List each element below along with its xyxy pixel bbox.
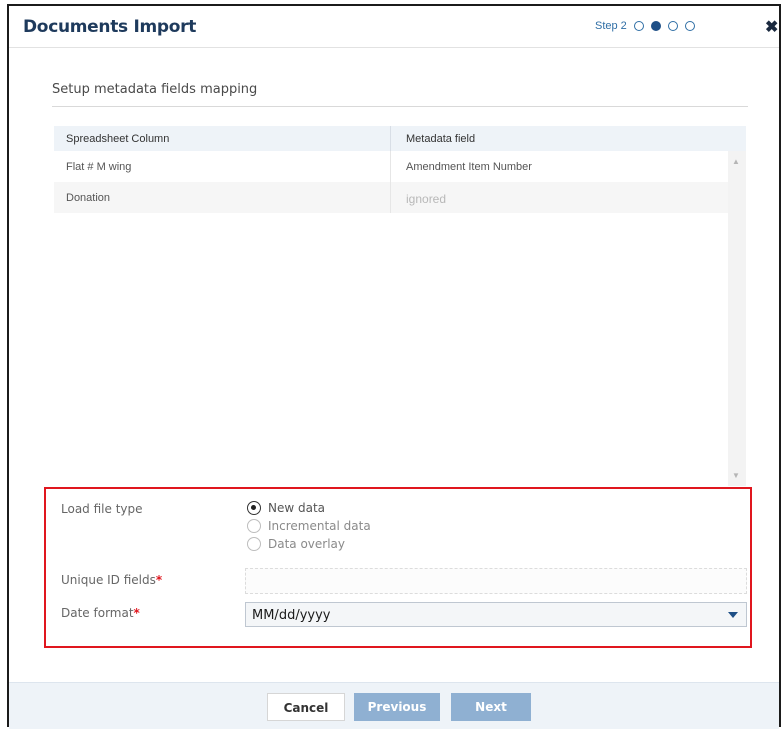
cell-spreadsheet-column: Donation [66,192,111,204]
grid-scrollbar[interactable]: ▲ ▼ [728,151,746,486]
step-indicator: Step 2 [595,20,695,32]
radio-selected-icon[interactable] [247,501,261,515]
column-header-metadata[interactable]: Metadata field [406,133,475,145]
step-dot-3 [667,21,678,31]
chevron-down-icon[interactable] [728,612,738,618]
radio-unselected-icon[interactable] [247,537,261,551]
unique-id-input[interactable] [245,568,747,594]
close-icon[interactable]: ✖ [765,17,778,37]
mapping-grid: Spreadsheet Column Metadata field Flat #… [54,126,746,486]
section-divider [52,106,748,107]
step-dot-2-active [650,21,661,31]
section-title: Setup metadata fields mapping [52,82,258,97]
cell-metadata-field[interactable]: Amendment Item Number [406,161,532,173]
column-divider[interactable] [390,126,391,151]
step-dot-1 [633,21,644,31]
load-file-type-label: Load file type [61,502,143,516]
cell-divider [390,182,391,213]
date-format-select[interactable]: MM/dd/yyyy [245,602,747,627]
dialog-title: Documents Import [23,17,197,37]
step-dot-4 [684,21,695,31]
grid-body: Flat # M wing Amendment Item Number Dona… [54,151,728,486]
required-marker: * [155,573,163,587]
required-marker: * [133,606,140,620]
grid-header: Spreadsheet Column Metadata field [54,126,746,151]
cell-metadata-field[interactable]: ignored [406,192,446,206]
dialog-header: Documents Import Step 2 ✖ [9,6,779,48]
radio-incremental-data[interactable]: Incremental data [247,519,371,533]
import-options-panel: Load file type New data Incremental data… [44,487,752,648]
next-button[interactable]: Next [451,693,531,721]
unique-id-label: Unique ID fields* [61,573,162,587]
scroll-down-icon[interactable]: ▼ [732,471,740,480]
column-header-spreadsheet[interactable]: Spreadsheet Column [66,133,169,145]
radio-label[interactable]: Data overlay [268,537,345,551]
previous-button[interactable]: Previous [354,693,440,721]
cell-divider [390,151,391,182]
date-format-label: Date format* [61,606,140,620]
step-label: Step 2 [595,20,627,32]
radio-unselected-icon[interactable] [247,519,261,533]
date-format-value: MM/dd/yyyy [252,608,331,623]
dialog-footer: Cancel Previous Next [9,682,779,729]
table-row[interactable]: Flat # M wing Amendment Item Number [54,151,728,182]
cell-spreadsheet-column: Flat # M wing [66,161,132,173]
radio-data-overlay[interactable]: Data overlay [247,537,345,551]
documents-import-dialog: Documents Import Step 2 ✖ Setup metadata… [7,4,781,729]
radio-new-data[interactable]: New data [247,501,325,515]
unique-id-label-text: Unique ID fields [61,573,156,587]
date-format-label-text: Date format [61,606,134,620]
radio-label[interactable]: New data [268,501,325,515]
scroll-up-icon[interactable]: ▲ [732,157,740,166]
radio-label[interactable]: Incremental data [268,519,371,533]
table-row[interactable]: Donation ignored [54,182,728,213]
cancel-button[interactable]: Cancel [267,693,345,721]
